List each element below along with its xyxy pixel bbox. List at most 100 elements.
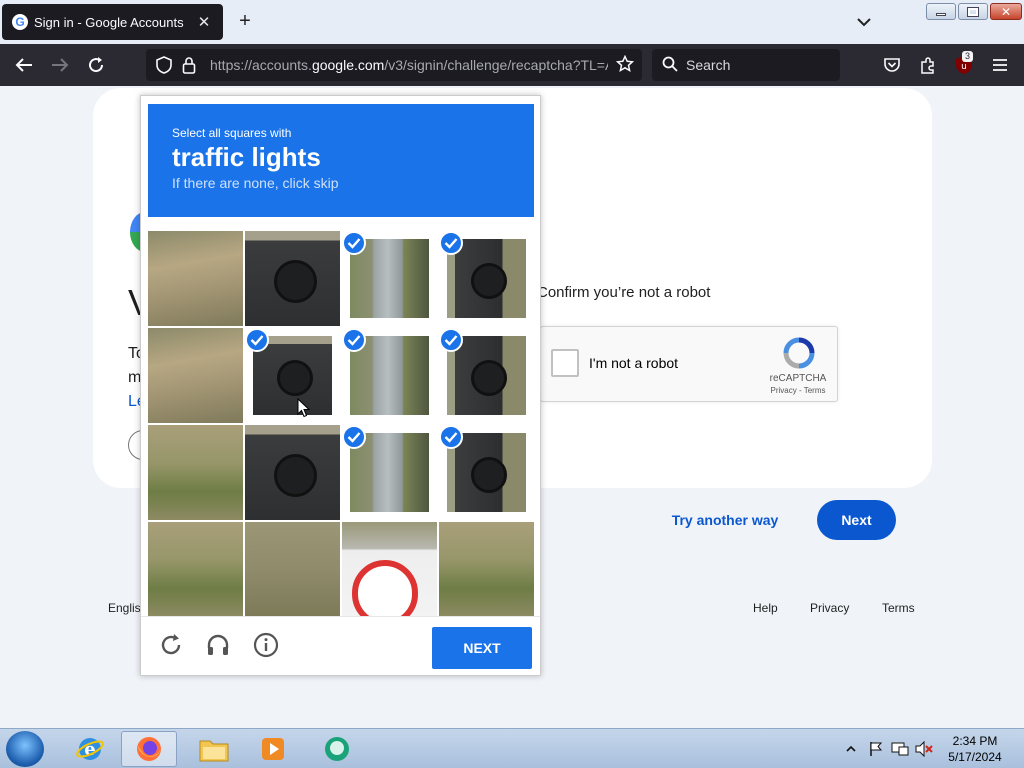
browser-navbar: https://accounts.google.com/v3/signin/ch…	[0, 44, 1024, 86]
mouse-cursor-icon	[297, 397, 311, 423]
volume-muted-icon[interactable]	[915, 740, 933, 758]
tile-image	[342, 522, 437, 617]
browser-titlebar: G Sign in - Google Accounts ✕ + ✕	[0, 0, 1024, 44]
next-button[interactable]: Next	[817, 500, 896, 540]
audio-challenge-headphones-icon[interactable]	[204, 631, 232, 659]
url-text[interactable]: https://accounts.google.com/v3/signin/ch…	[210, 57, 608, 73]
recaptcha-brand: reCAPTCHA	[769, 373, 827, 384]
challenge-tile[interactable]	[439, 425, 534, 520]
url-prefix: https://accounts.	[210, 57, 312, 73]
tile-image	[148, 231, 243, 326]
selected-check-icon	[245, 328, 269, 352]
challenge-tile[interactable]	[245, 425, 340, 520]
not-robot-label: I'm not a robot	[589, 355, 679, 371]
search-bar[interactable]: Search	[652, 49, 840, 81]
media-player-icon[interactable]	[245, 731, 301, 767]
recaptcha-logo-icon	[783, 337, 815, 369]
selected-check-icon	[342, 328, 366, 352]
lock-icon[interactable]	[182, 56, 196, 77]
reload-icon[interactable]	[84, 53, 108, 77]
challenge-tile[interactable]	[245, 231, 340, 326]
svg-text:u: u	[961, 62, 967, 72]
language-selector[interactable]: Englis	[108, 601, 141, 615]
minimize-window-button[interactable]	[926, 3, 956, 20]
search-icon	[662, 56, 678, 75]
reload-challenge-icon[interactable]	[157, 631, 185, 659]
challenge-instruction: Select all squares with	[172, 126, 292, 140]
clock-date: 5/17/2024	[948, 750, 1002, 764]
challenge-tile[interactable]	[439, 231, 534, 326]
recaptcha-privacy-terms[interactable]: Privacy - Terms	[763, 386, 833, 395]
challenge-tile[interactable]	[342, 522, 437, 617]
challenge-tile[interactable]	[439, 522, 534, 617]
action-center-flag-icon[interactable]	[868, 741, 884, 757]
challenge-tile[interactable]	[342, 231, 437, 326]
firefox-icon[interactable]	[121, 731, 177, 767]
chevron-down-icon[interactable]	[852, 10, 876, 34]
not-robot-checkbox[interactable]	[551, 349, 579, 377]
info-icon[interactable]	[252, 631, 280, 659]
challenge-image-grid	[148, 231, 534, 617]
restore-window-button[interactable]	[958, 3, 988, 20]
hamburger-menu-icon[interactable]	[988, 53, 1012, 77]
selected-check-icon	[342, 425, 366, 449]
traffic-light-lamp	[273, 453, 318, 498]
selected-check-icon	[439, 328, 463, 352]
challenge-tile[interactable]	[148, 425, 243, 520]
start-button-icon[interactable]	[6, 731, 44, 767]
challenge-tile[interactable]	[245, 522, 340, 617]
tile-image	[245, 231, 340, 326]
url-path: /v3/signin/challenge/recaptcha?TL=A	[384, 57, 608, 73]
show-hidden-icons-icon[interactable]	[846, 741, 862, 757]
challenge-tile[interactable]	[342, 328, 437, 423]
tracking-shield-icon[interactable]	[156, 56, 172, 77]
url-bar[interactable]: https://accounts.google.com/v3/signin/ch…	[146, 49, 642, 81]
back-arrow-icon[interactable]	[12, 53, 36, 77]
file-explorer-folder-icon[interactable]	[186, 731, 242, 767]
help-link[interactable]: Help	[753, 601, 778, 615]
tile-image	[245, 522, 340, 617]
challenge-tile[interactable]	[148, 522, 243, 617]
close-tab-icon[interactable]: ✕	[195, 13, 213, 31]
chat-app-icon[interactable]	[309, 731, 365, 767]
traffic-light-lamp	[276, 359, 314, 397]
terms-link[interactable]: Terms	[882, 601, 915, 615]
tile-image	[439, 522, 534, 617]
privacy-link[interactable]: Privacy	[810, 601, 849, 615]
challenge-tile[interactable]	[342, 425, 437, 520]
new-tab-icon[interactable]: +	[234, 10, 256, 32]
url-domain: google.com	[311, 57, 385, 73]
tile-image	[148, 328, 243, 423]
windows-taskbar: e 2:34 PM 5/17/2024	[0, 728, 1024, 768]
internet-explorer-icon[interactable]: e	[62, 731, 118, 767]
clock-time: 2:34 PM	[952, 734, 998, 748]
forward-arrow-icon[interactable]	[48, 53, 72, 77]
browser-tab[interactable]: G Sign in - Google Accounts ✕	[2, 4, 223, 40]
recaptcha-challenge-dialog: Select all squares with traffic lights I…	[140, 95, 541, 676]
tab-title: Sign in - Google Accounts	[34, 14, 184, 30]
traffic-light-lamp	[273, 259, 318, 304]
challenge-tile[interactable]	[148, 328, 243, 423]
selected-check-icon	[439, 231, 463, 255]
challenge-next-button[interactable]: NEXT	[432, 627, 532, 669]
tile-image	[148, 425, 243, 520]
challenge-tile[interactable]	[148, 231, 243, 326]
challenge-footer: NEXT	[141, 616, 540, 675]
challenge-hint: If there are none, click skip	[172, 175, 339, 191]
try-another-way-button[interactable]: Try another way	[660, 500, 790, 540]
close-window-button[interactable]: ✕	[990, 3, 1022, 20]
pocket-icon[interactable]	[880, 53, 904, 77]
system-clock[interactable]: 2:34 PM 5/17/2024	[940, 733, 1010, 765]
tile-image	[245, 425, 340, 520]
search-placeholder: Search	[686, 57, 731, 73]
traffic-light-lamp	[470, 456, 508, 494]
challenge-tile[interactable]	[439, 328, 534, 423]
challenge-header: Select all squares with traffic lights I…	[148, 104, 534, 217]
traffic-light-lamp	[470, 359, 508, 397]
extensions-puzzle-icon[interactable]	[916, 53, 940, 77]
bookmark-star-icon[interactable]	[615, 54, 635, 76]
network-icon[interactable]	[891, 741, 909, 757]
google-favicon-icon: G	[12, 14, 28, 30]
extension-badge: 3	[962, 51, 974, 62]
challenge-tile[interactable]	[245, 328, 340, 423]
